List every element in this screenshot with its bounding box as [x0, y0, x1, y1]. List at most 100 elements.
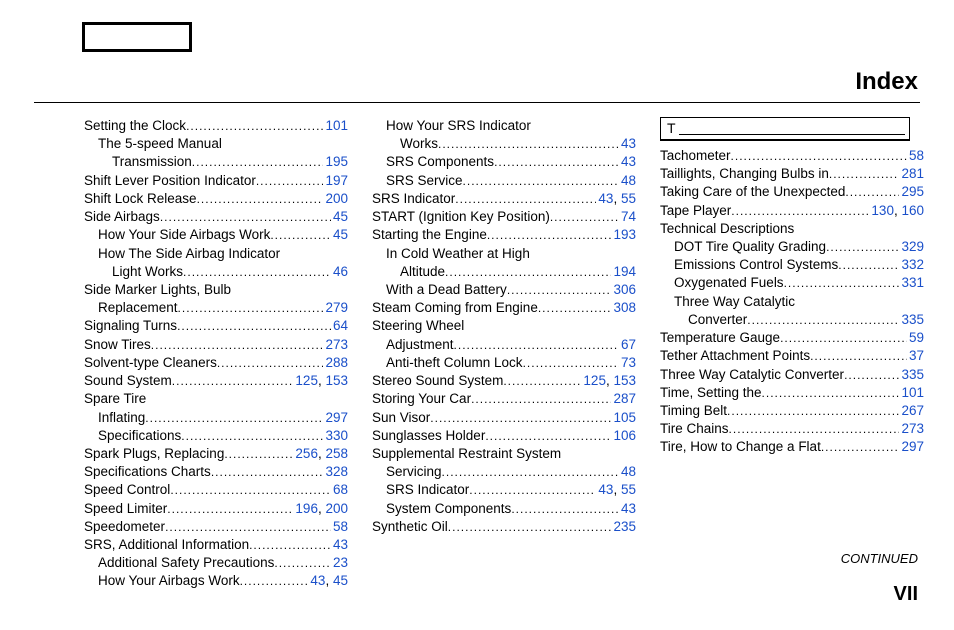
page-link[interactable]: 43: [621, 154, 636, 169]
page-link[interactable]: 200: [325, 501, 348, 516]
page-link[interactable]: 195: [325, 154, 348, 169]
index-entry-pages: 273: [323, 336, 348, 354]
page-link[interactable]: 273: [325, 337, 348, 352]
page-link[interactable]: 153: [613, 373, 636, 388]
page-link[interactable]: 273: [901, 421, 924, 436]
index-entry: Steam Coming from Engine308: [372, 299, 636, 317]
index-entry: SRS Indicator43, 55: [372, 481, 636, 499]
leader-dots: [747, 312, 899, 328]
index-entry-pages: 125, 153: [581, 372, 636, 390]
page-link[interactable]: 331: [901, 275, 924, 290]
page-link[interactable]: 23: [333, 555, 348, 570]
index-entry-label: The 5-speed Manual: [98, 135, 222, 153]
leader-dots: [167, 501, 293, 517]
index-entry: How Your Side Airbags Work45: [84, 226, 348, 244]
page-link[interactable]: 74: [621, 209, 636, 224]
page-link[interactable]: 73: [621, 355, 636, 370]
page-link[interactable]: 306: [613, 282, 636, 297]
page-link[interactable]: 297: [901, 439, 924, 454]
index-entry: Shift Lock Release200: [84, 190, 348, 208]
index-entry-label: Solvent-type Cleaners: [84, 354, 217, 372]
page-link[interactable]: 43: [621, 501, 636, 516]
page-link[interactable]: 125: [295, 373, 318, 388]
page-link[interactable]: 101: [901, 385, 924, 400]
page-link[interactable]: 332: [901, 257, 924, 272]
page-link[interactable]: 235: [613, 519, 636, 534]
page-link[interactable]: 45: [333, 227, 348, 242]
page-link[interactable]: 48: [621, 173, 636, 188]
page-link[interactable]: 43: [333, 537, 348, 552]
leader-dots: [523, 355, 619, 371]
leader-dots: [274, 555, 331, 571]
page-link[interactable]: 58: [333, 519, 348, 534]
page-link[interactable]: 37: [909, 348, 924, 363]
page-link[interactable]: 45: [333, 573, 348, 588]
page-link[interactable]: 43: [310, 573, 325, 588]
page-link[interactable]: 58: [909, 148, 924, 163]
page-link[interactable]: 43: [598, 482, 613, 497]
index-entry-label: Additional Safety Precautions: [98, 554, 274, 572]
page-link[interactable]: 64: [333, 318, 348, 333]
page-link[interactable]: 335: [901, 367, 924, 382]
page-link[interactable]: 43: [598, 191, 613, 206]
index-entry: Technical Descriptions: [660, 220, 924, 238]
page-link[interactable]: 153: [325, 373, 348, 388]
page-link[interactable]: 160: [901, 203, 924, 218]
page-link[interactable]: 101: [325, 118, 348, 133]
page-link[interactable]: 267: [901, 403, 924, 418]
index-column-1: Setting the Clock101The 5-speed ManualTr…: [76, 117, 356, 591]
page-link[interactable]: 106: [613, 428, 636, 443]
page-link[interactable]: 287: [613, 391, 636, 406]
index-column-2: How Your SRS IndicatorWorks43SRS Compone…: [364, 117, 644, 591]
page-link[interactable]: 46: [333, 264, 348, 279]
index-entry-pages: 43: [619, 153, 636, 171]
index-entry: SRS Indicator43, 55: [372, 190, 636, 208]
page-link[interactable]: 279: [325, 300, 348, 315]
index-entry: Emissions Control Systems332: [660, 256, 924, 274]
page-link[interactable]: 329: [901, 239, 924, 254]
page-link[interactable]: 200: [325, 191, 348, 206]
index-entry-label: Replacement: [98, 299, 178, 317]
leader-dots: [729, 421, 900, 437]
page-link[interactable]: 288: [325, 355, 348, 370]
index-entry: Speed Control68: [84, 481, 348, 499]
page-link[interactable]: 256: [295, 446, 318, 461]
page-link[interactable]: 194: [613, 264, 636, 279]
page-link[interactable]: 130: [871, 203, 894, 218]
page-link[interactable]: 297: [325, 410, 348, 425]
index-entry-label: Signaling Turns: [84, 317, 177, 335]
page-link[interactable]: 335: [901, 312, 924, 327]
leader-dots: [442, 464, 619, 480]
page-number: VII: [894, 583, 918, 606]
page-link[interactable]: 330: [325, 428, 348, 443]
page-link[interactable]: 67: [621, 337, 636, 352]
index-entry: Oxygenated Fuels331: [660, 274, 924, 292]
index-entry: Starting the Engine193: [372, 226, 636, 244]
index-entry-pages: 200: [323, 190, 348, 208]
page-link[interactable]: 196: [295, 501, 318, 516]
title-rule: [34, 102, 920, 103]
page-link[interactable]: 55: [621, 191, 636, 206]
page-link[interactable]: 59: [909, 330, 924, 345]
index-entry-pages: 59: [907, 329, 924, 347]
page-link[interactable]: 193: [613, 227, 636, 242]
index-entry: Specifications330: [84, 427, 348, 445]
page-link[interactable]: 258: [325, 446, 348, 461]
page-link[interactable]: 43: [621, 136, 636, 151]
index-entry-label: Works: [400, 135, 438, 153]
index-entry: START (Ignition Key Position)74: [372, 208, 636, 226]
page-link[interactable]: 281: [901, 166, 924, 181]
index-entry: SRS, Additional Information43: [84, 536, 348, 554]
page-link[interactable]: 105: [613, 410, 636, 425]
page-link[interactable]: 55: [621, 482, 636, 497]
index-entry-pages: 101: [323, 117, 348, 135]
page-link[interactable]: 48: [621, 464, 636, 479]
page-link[interactable]: 308: [613, 300, 636, 315]
page-link[interactable]: 197: [325, 173, 348, 188]
page-link[interactable]: 295: [901, 184, 924, 199]
page-link[interactable]: 328: [325, 464, 348, 479]
page-link[interactable]: 68: [333, 482, 348, 497]
index-entry-label: Sun Visor: [372, 409, 430, 427]
page-link[interactable]: 125: [583, 373, 606, 388]
page-link[interactable]: 45: [333, 209, 348, 224]
